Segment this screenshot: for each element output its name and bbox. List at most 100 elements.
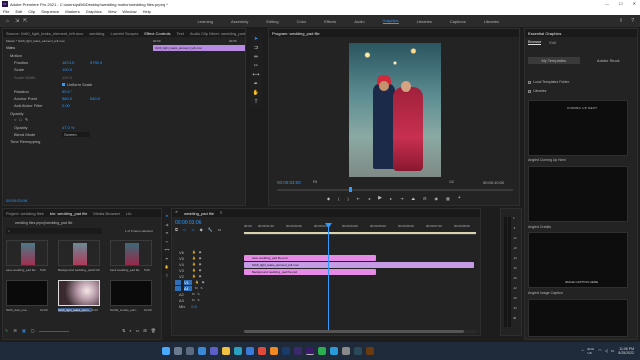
workspace-tab-learning[interactable]: Learning: [197, 19, 213, 24]
template-tile[interactable]: [528, 166, 628, 222]
menu-graphics[interactable]: Graphics: [86, 9, 102, 14]
track-label[interactable]: V2: [179, 274, 189, 279]
tl-selection-icon[interactable]: ➤: [166, 214, 169, 219]
maximize-icon[interactable]: ☐: [619, 2, 623, 6]
menu-sequence[interactable]: Sequence: [41, 9, 59, 14]
file-explorer-icon[interactable]: [222, 347, 230, 355]
workspace-tab-effects[interactable]: Effects: [324, 19, 336, 24]
search-taskbar-icon[interactable]: [174, 347, 182, 355]
workspace-tab-libraries-2[interactable]: Libraries: [484, 19, 499, 24]
mark-in-icon[interactable]: {: [338, 196, 339, 201]
tl-hand-icon[interactable]: ✋: [165, 265, 169, 270]
panel-menu-icon[interactable]: ≡: [220, 211, 222, 215]
close-sequence-icon[interactable]: ✕: [175, 211, 178, 215]
tab-program[interactable]: Program: wedding_pad file: [272, 31, 320, 36]
timeline-clip[interactable]: save wedding_pad file.psd: [244, 255, 376, 261]
help-icon[interactable]: ?: [631, 18, 634, 24]
libraries-checkbox[interactable]: [528, 89, 531, 93]
freeform-view-icon[interactable]: ▢: [31, 329, 35, 333]
menu-edit[interactable]: Edit: [15, 9, 22, 14]
ripple-edit-icon[interactable]: ⇹: [254, 55, 258, 60]
lift-icon[interactable]: ⏏: [411, 196, 415, 201]
tab-project[interactable]: Project: wedding files: [6, 211, 44, 216]
local-templates-checkbox[interactable]: [528, 80, 531, 84]
mark-out-icon[interactable]: }: [347, 196, 348, 201]
illustrator-icon[interactable]: [366, 347, 374, 355]
lock-icon[interactable]: 🔒: [192, 256, 196, 260]
menu-window[interactable]: Window: [122, 9, 136, 14]
workspace-tab-assembly[interactable]: Assembly: [231, 19, 248, 24]
prop-value[interactable]: 47.0 %: [62, 125, 90, 130]
premiere-taskbar-icon[interactable]: [306, 347, 314, 355]
vlc-icon[interactable]: [270, 347, 278, 355]
prop-value[interactable]: 100.0: [62, 75, 90, 80]
blend-mode-select[interactable]: Screen: [62, 132, 90, 138]
tab-bin[interactable]: bin: wedding_pad file: [50, 211, 88, 216]
workspace-tab-editing[interactable]: Editing: [266, 19, 278, 24]
menu-help[interactable]: Help: [143, 9, 151, 14]
timeline-clip[interactable]: Background wedding_pad file.psd: [244, 269, 376, 275]
chrome-icon[interactable]: [258, 347, 266, 355]
mute-icon[interactable]: M: [195, 286, 198, 290]
scrollbar-thumb[interactable]: [244, 330, 464, 333]
timeline-settings-icon[interactable]: 🔧: [208, 228, 213, 232]
track-select-icon[interactable]: ⇉: [254, 46, 258, 51]
track-label[interactable]: V3: [179, 268, 189, 273]
eye-icon[interactable]: ◉: [199, 250, 202, 254]
clock[interactable]: 11:06 PM 8/25/2022: [618, 347, 634, 355]
selection-tool-icon[interactable]: ➤: [254, 37, 258, 42]
track-label[interactable]: V4: [179, 262, 189, 267]
workspace-tab-audio[interactable]: Audio: [354, 19, 364, 24]
tl-pen-icon[interactable]: ✒: [166, 257, 169, 262]
import-icon[interactable]: ⇲: [15, 18, 19, 24]
icon-view-icon[interactable]: ▦: [22, 329, 26, 333]
add-marker-icon[interactable]: ◆: [200, 228, 203, 232]
menu-markers[interactable]: Markers: [65, 9, 79, 14]
lock-icon[interactable]: 🔒: [192, 268, 196, 272]
tl-ripple-icon[interactable]: ⇹: [166, 231, 169, 236]
type-tool-icon[interactable]: T: [254, 100, 257, 105]
tab-source[interactable]: Source: 0x60_light_leaks_element_left.mo…: [6, 31, 83, 36]
time-ruler[interactable]: 00:00 00:00:01:00 00:00:02:00 00:00:03:0…: [244, 221, 476, 235]
lock-icon[interactable]: 🔒: [192, 250, 196, 254]
timeline-scrollbar[interactable]: [244, 330, 476, 333]
menu-view[interactable]: View: [108, 9, 117, 14]
after-effects-icon[interactable]: [294, 347, 302, 355]
edge-icon[interactable]: [234, 347, 242, 355]
pen-mask-icon[interactable]: ✎: [25, 118, 28, 122]
a1-target[interactable]: [175, 285, 181, 291]
insert-sequence-icon[interactable]: ⧉: [175, 228, 178, 232]
master-value[interactable]: 0.0: [191, 304, 197, 309]
photoshop-icon[interactable]: [282, 347, 290, 355]
store-icon[interactable]: [246, 347, 254, 355]
teams-icon[interactable]: [210, 347, 218, 355]
tab-lumetri-scopes[interactable]: Lumetri Scopes: [111, 31, 139, 36]
tab-text[interactable]: Text: [177, 31, 184, 36]
eye-icon[interactable]: ◉: [202, 280, 205, 284]
delete-icon[interactable]: 🗑: [151, 329, 156, 333]
solo-icon[interactable]: S: [198, 292, 200, 296]
tab-effect-controls[interactable]: Effect Controls: [144, 31, 170, 36]
eye-icon[interactable]: ◉: [199, 268, 202, 272]
go-to-in-icon[interactable]: ⇤: [357, 196, 360, 201]
timeline-clip[interactable]: 0x60_light_leaks_element_left.mov: [244, 262, 474, 268]
track-label[interactable]: A3: [179, 298, 189, 303]
tab-audio-clip-mixer[interactable]: Audio Clip Mixer: wedding_pad: [190, 31, 245, 36]
my-templates-button[interactable]: My Templates: [528, 57, 580, 64]
tab-libraries[interactable]: Lib: [126, 211, 131, 216]
marker-icon[interactable]: ◆: [327, 196, 330, 201]
mute-icon[interactable]: M: [192, 292, 195, 296]
project-item-thumbnail[interactable]: [110, 240, 152, 266]
workspace-tab-captions[interactable]: Captions: [450, 19, 466, 24]
prop-value[interactable]: 0.00: [62, 103, 90, 108]
widgets-icon[interactable]: [198, 347, 206, 355]
share-icon[interactable]: ⇧: [619, 18, 623, 24]
play-icon[interactable]: ▶: [378, 196, 382, 201]
tray-chevron-icon[interactable]: ^: [582, 349, 584, 353]
solo-icon[interactable]: S: [201, 286, 203, 290]
settings-taskbar-icon[interactable]: [342, 347, 350, 355]
lock-icon[interactable]: 🔒: [192, 274, 196, 278]
hand-tool-icon[interactable]: ✋: [253, 91, 259, 96]
wifi-icon[interactable]: ◠: [598, 349, 602, 353]
program-scrub-bar[interactable]: [277, 187, 513, 192]
